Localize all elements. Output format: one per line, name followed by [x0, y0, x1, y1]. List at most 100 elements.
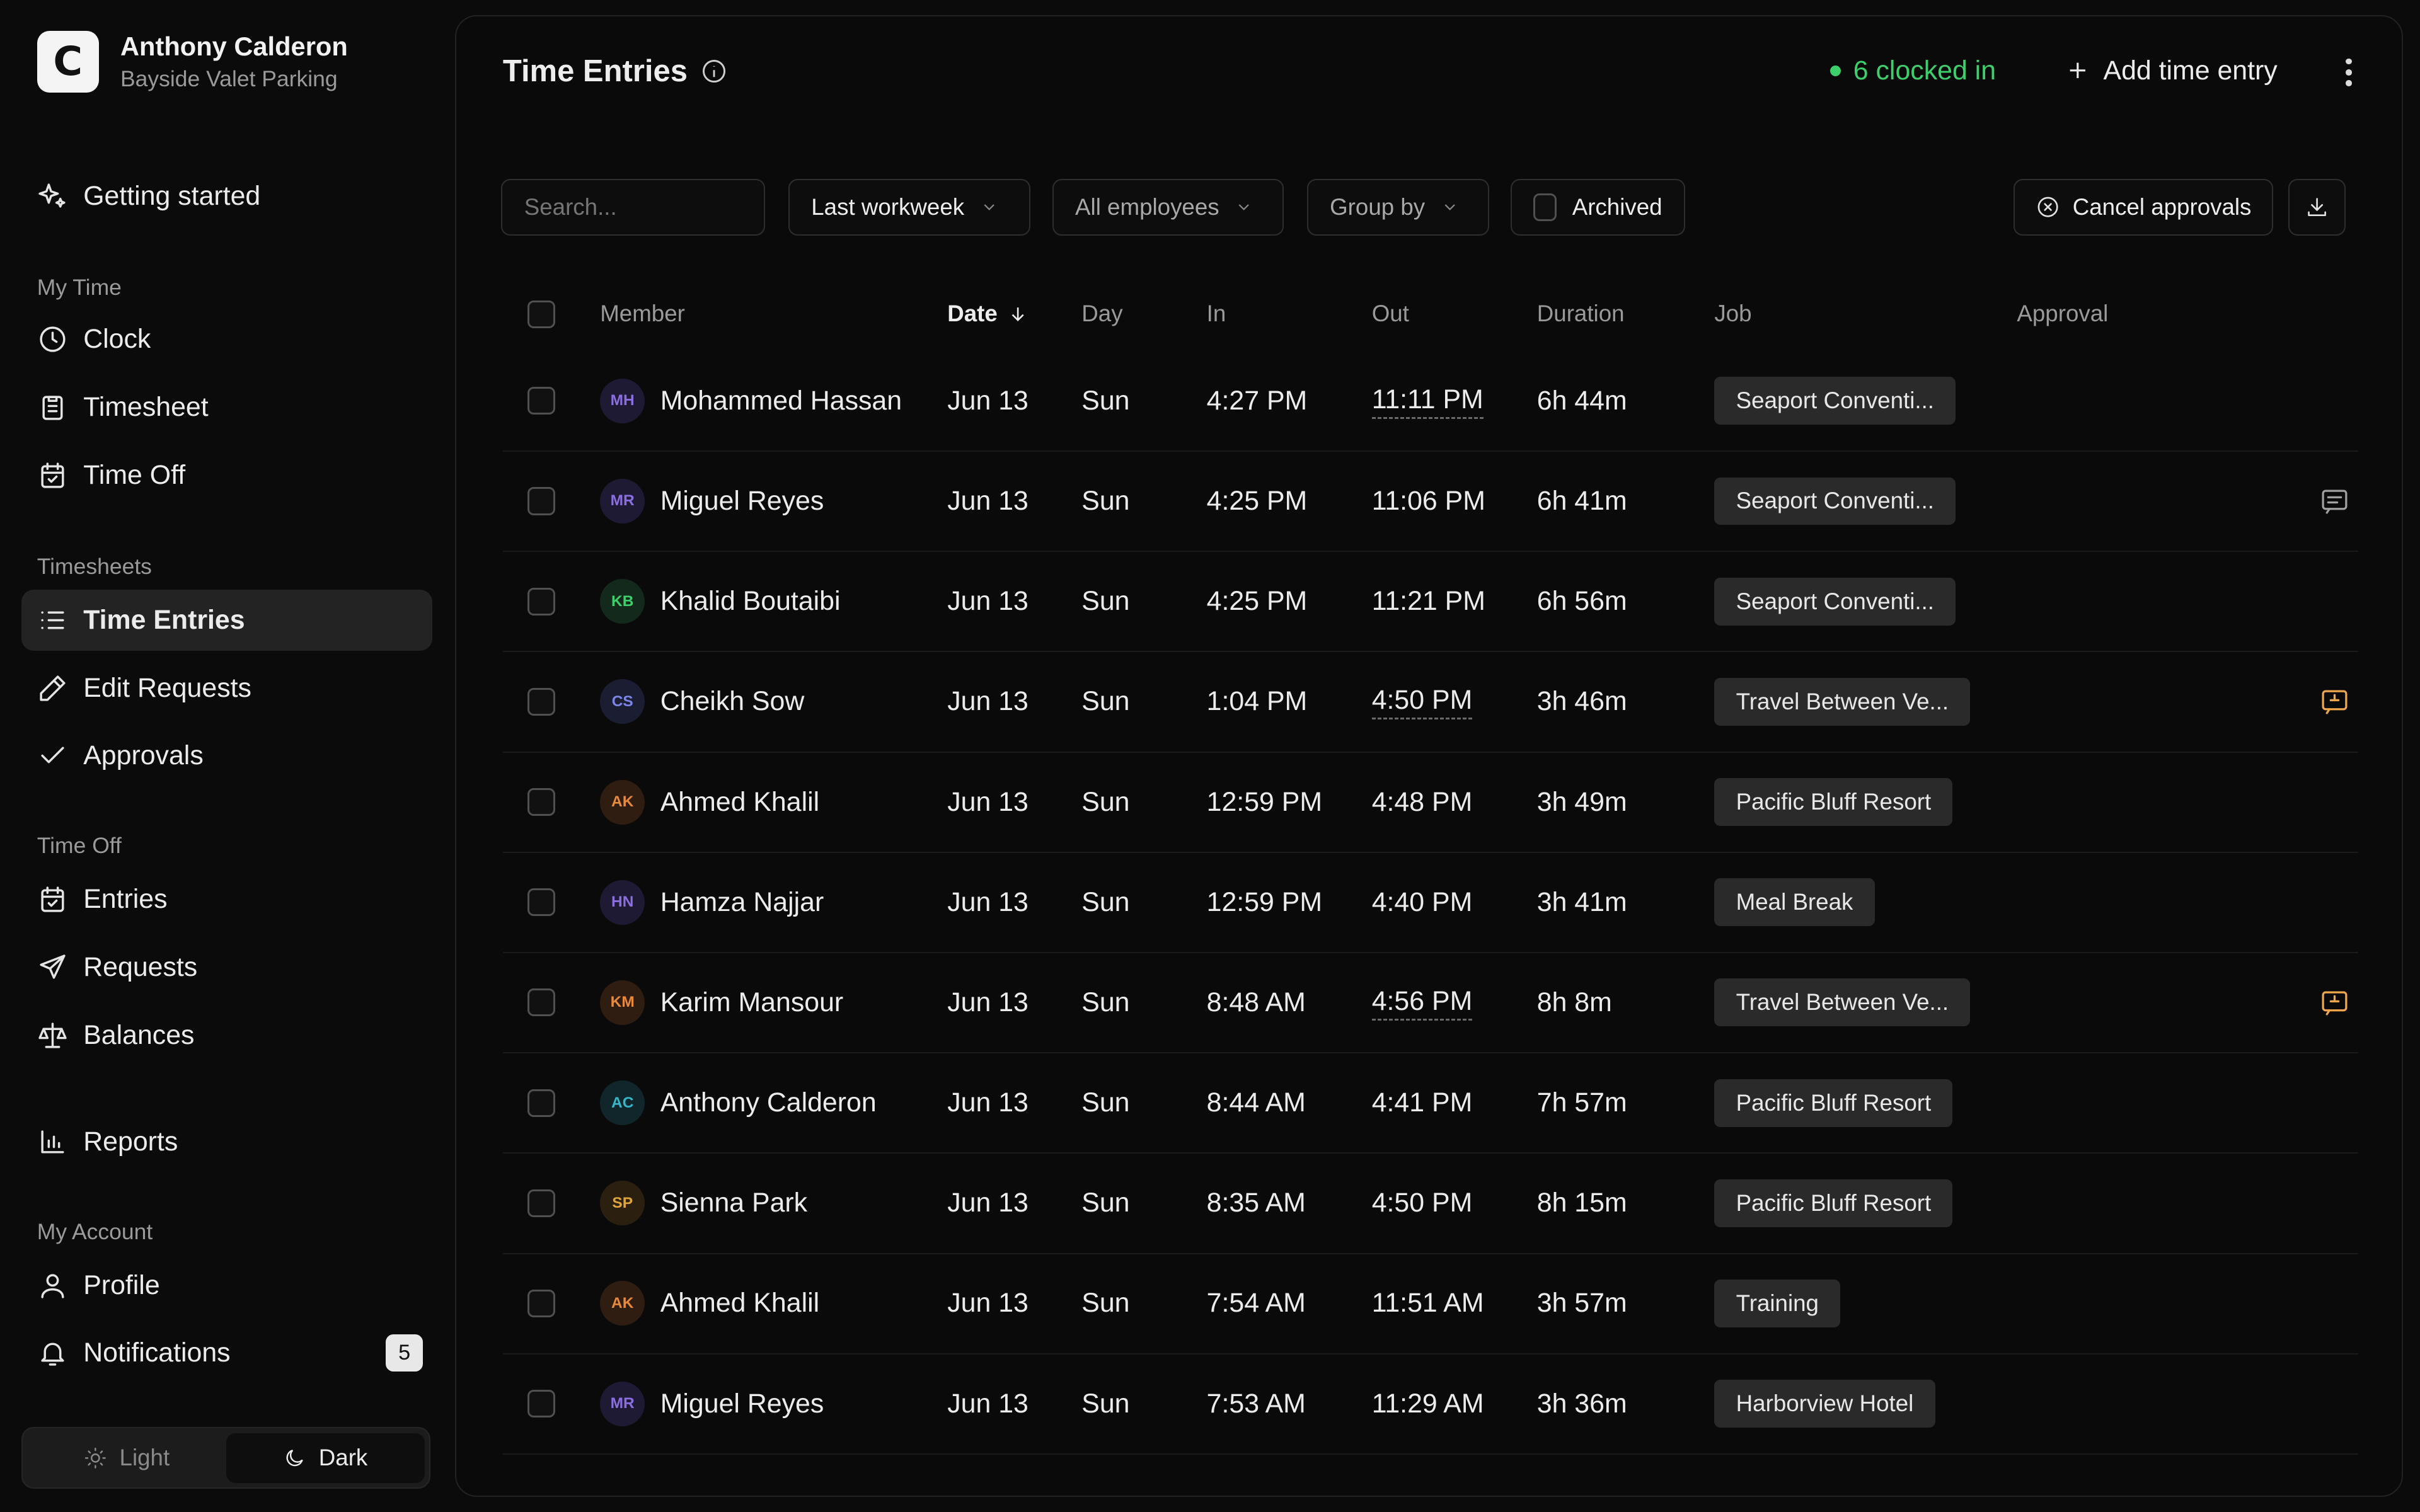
employees-filter-dropdown[interactable]: All employees	[1052, 178, 1284, 236]
job-tag[interactable]: Seaport Conventi...	[1714, 377, 1956, 425]
table-row[interactable]: AC Anthony Calderon Jun 13 Sun 8:44 AM 4:41 P…	[502, 1053, 2358, 1154]
table-row[interactable]: MR Miguel Reyes Jun 13 Sun 4:25 PM 11:06 PM 6h…	[502, 452, 2358, 553]
clock-in-cell[interactable]: 7:53 AM	[1207, 1354, 1306, 1453]
row-checkbox[interactable]	[527, 587, 556, 616]
sidebar-item-time-off[interactable]: Time Off	[21, 444, 432, 506]
job-tag[interactable]: Pacific Bluff Resort	[1714, 1079, 1953, 1127]
job-tag[interactable]: Training	[1714, 1279, 1841, 1327]
theme-light-button[interactable]: Light	[28, 1433, 226, 1483]
job-tag[interactable]: Seaport Conventi...	[1714, 577, 1956, 626]
table-row[interactable]: KB Khalid Boutaibi Jun 13 Sun 4:25 PM 11:21 P…	[502, 552, 2358, 653]
row-checkbox[interactable]	[527, 1189, 556, 1217]
row-checkbox[interactable]	[527, 387, 556, 415]
row-checkbox[interactable]	[527, 1089, 556, 1117]
row-checkbox[interactable]	[527, 888, 556, 917]
member-cell[interactable]: MR Miguel Reyes	[600, 1354, 824, 1453]
clock-out-cell[interactable]: 4:41 PM	[1372, 1053, 1473, 1152]
table-row[interactable]: MR Miguel Reyes Jun 13 Sun 7:53 AM 11:29 AM 3h…	[502, 1354, 2358, 1455]
sidebar-item-reports[interactable]: Reports	[21, 1111, 432, 1172]
member-cell[interactable]: AK Ahmed Khalil	[600, 1254, 819, 1353]
table-row[interactable]: KM Karim Mansour Jun 13 Sun 8:48 AM 4:56 PM 8h…	[502, 953, 2358, 1054]
table-row[interactable]: MH Mohammed Hassan Jun 13 Sun 4:27 PM 11:11 P…	[502, 352, 2358, 452]
sidebar-item-clock[interactable]: Clock	[21, 309, 432, 370]
job-tag[interactable]: Seaport Conventi...	[1714, 477, 1956, 525]
sidebar-item-entries[interactable]: Entries	[21, 869, 432, 931]
clock-in-cell[interactable]: 4:25 PM	[1207, 452, 1308, 551]
sidebar-item-balances[interactable]: Balances	[21, 1004, 432, 1066]
clock-out-cell[interactable]: 11:51 AM	[1372, 1254, 1484, 1353]
row-checkbox[interactable]	[527, 788, 556, 816]
clock-in-cell[interactable]: 8:44 AM	[1207, 1053, 1306, 1152]
member-cell[interactable]: SP Sienna Park	[600, 1154, 807, 1252]
clock-in-cell[interactable]: 12:59 PM	[1207, 853, 1322, 952]
member-cell[interactable]: AC Anthony Calderon	[600, 1053, 877, 1152]
sidebar-item-requests[interactable]: Requests	[21, 937, 432, 999]
sidebar-item-timesheet[interactable]: Timesheet	[21, 377, 432, 438]
row-checkbox[interactable]	[527, 687, 556, 716]
clock-out-cell[interactable]: 11:29 AM	[1372, 1354, 1484, 1453]
archived-toggle[interactable]: Archived	[1511, 178, 1685, 236]
member-cell[interactable]: AK Ahmed Khalil	[600, 753, 819, 852]
table-row[interactable]: HN Hamza Najjar Jun 13 Sun 12:59 PM 4:40 PM 3h…	[502, 853, 2358, 953]
clock-out-cell[interactable]: 4:56 PM	[1371, 953, 1473, 1052]
clock-in-cell[interactable]: 1:04 PM	[1207, 652, 1308, 751]
clock-in-cell[interactable]: 8:35 AM	[1207, 1154, 1306, 1252]
column-day[interactable]: Day	[1081, 301, 1122, 327]
archived-checkbox[interactable]	[1533, 193, 1557, 221]
row-checkbox[interactable]	[527, 1289, 556, 1317]
table-row[interactable]: CS Cheikh Sow Jun 13 Sun 1:04 PM 4:50 PM 3h 46…	[502, 652, 2358, 753]
row-checkbox[interactable]	[527, 487, 556, 515]
clock-out-cell[interactable]: 4:40 PM	[1372, 853, 1473, 952]
column-duration[interactable]: Duration	[1537, 301, 1625, 327]
search-input[interactable]	[501, 178, 766, 236]
group-by-dropdown[interactable]: Group by	[1306, 178, 1489, 236]
sidebar-item-approvals[interactable]: Approvals	[21, 725, 432, 787]
sidebar-item-getting-started[interactable]: Getting started	[21, 165, 432, 227]
job-tag[interactable]: Pacific Bluff Resort	[1714, 778, 1953, 826]
sidebar-item-notifications[interactable]: Notifications 5	[21, 1322, 432, 1384]
row-checkbox[interactable]	[527, 988, 556, 1017]
clock-in-cell[interactable]: 4:25 PM	[1207, 552, 1308, 651]
member-cell[interactable]: KM Karim Mansour	[600, 953, 843, 1052]
clock-out-cell[interactable]: 4:50 PM	[1372, 1154, 1473, 1252]
clock-in-cell[interactable]: 4:27 PM	[1207, 352, 1308, 450]
table-row[interactable]: AK Ahmed Khalil Jun 13 Sun 12:59 PM 4:48 PM 3h…	[502, 753, 2358, 853]
clock-in-cell[interactable]: 8:48 AM	[1207, 953, 1306, 1052]
clocked-in-status[interactable]: 6 clocked in	[1830, 55, 1996, 86]
job-tag[interactable]: Meal Break	[1714, 878, 1875, 927]
clock-out-cell[interactable]: 11:21 PM	[1372, 552, 1485, 651]
column-in[interactable]: In	[1207, 301, 1226, 327]
comment-icon[interactable]	[2319, 452, 2350, 551]
sidebar-item-profile[interactable]: Profile	[21, 1254, 432, 1316]
clock-out-cell[interactable]: 11:11 PM	[1371, 352, 1484, 450]
cancel-approvals-button[interactable]: Cancel approvals	[2014, 178, 2273, 236]
job-tag[interactable]: Travel Between Ve...	[1714, 677, 1971, 726]
column-job[interactable]: Job	[1714, 301, 1751, 327]
table-row[interactable]: SP Sienna Park Jun 13 Sun 8:35 AM 4:50 PM 8h 1…	[502, 1154, 2358, 1254]
flagged-comment-icon[interactable]	[2319, 652, 2350, 751]
download-button[interactable]	[2288, 178, 2346, 236]
clock-out-cell[interactable]: 4:48 PM	[1372, 753, 1473, 852]
clock-out-cell[interactable]: 4:50 PM	[1371, 652, 1473, 751]
flagged-comment-icon[interactable]	[2319, 953, 2350, 1052]
clock-in-cell[interactable]: 12:59 PM	[1207, 753, 1322, 852]
column-member[interactable]: Member	[600, 301, 685, 327]
row-checkbox[interactable]	[527, 1390, 556, 1418]
info-icon[interactable]	[700, 57, 728, 85]
sidebar-item-time-entries[interactable]: Time Entries	[21, 589, 432, 651]
job-tag[interactable]: Travel Between Ve...	[1714, 978, 1971, 1027]
period-filter-dropdown[interactable]: Last workweek	[788, 178, 1031, 236]
member-cell[interactable]: MH Mohammed Hassan	[600, 352, 902, 450]
column-approval[interactable]: Approval	[2017, 301, 2108, 327]
sidebar-item-edit-requests[interactable]: Edit Requests	[21, 657, 432, 719]
column-out[interactable]: Out	[1372, 301, 1409, 327]
org-switcher[interactable]: C Anthony Calderon Bayside Valet Parking	[37, 30, 348, 93]
member-cell[interactable]: MR Miguel Reyes	[600, 452, 824, 551]
add-time-entry-button[interactable]: Add time entry	[2065, 55, 2278, 86]
more-options-icon[interactable]	[2333, 55, 2364, 89]
theme-dark-button[interactable]: Dark	[226, 1433, 425, 1483]
job-tag[interactable]: Harborview Hotel	[1714, 1380, 1935, 1428]
table-row[interactable]: AK Ahmed Khalil Jun 13 Sun 7:54 AM 11:51 AM 3h…	[502, 1254, 2358, 1354]
member-cell[interactable]: HN Hamza Najjar	[600, 853, 824, 952]
select-all-checkbox[interactable]	[527, 301, 556, 329]
